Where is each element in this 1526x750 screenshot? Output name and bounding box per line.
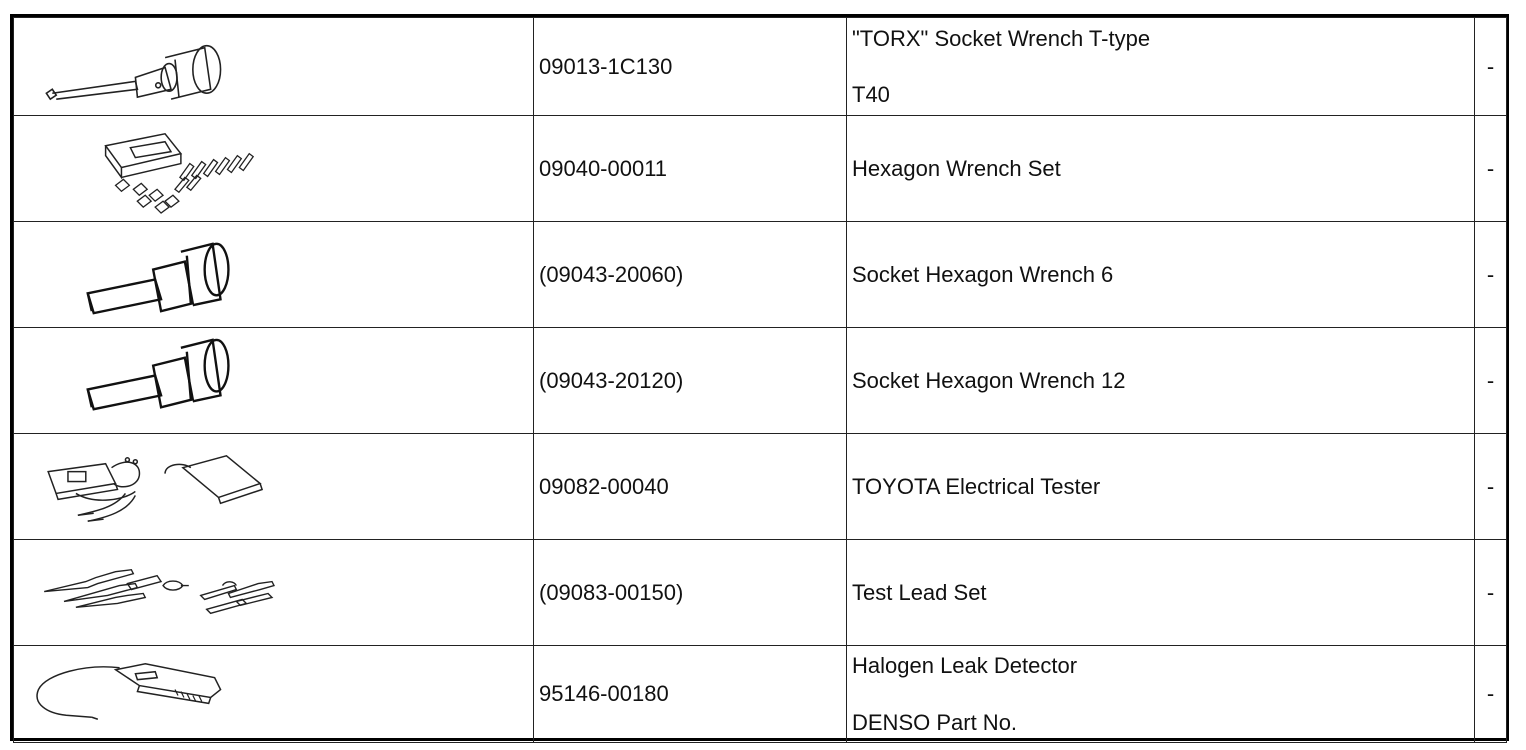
torx-socket-wrench-illustration bbox=[45, 44, 222, 101]
socket-hexagon-wrench-illustration bbox=[86, 338, 230, 411]
test-lead-set-illustration bbox=[44, 568, 275, 615]
table-row: 09040-00011 Hexagon Wrench Set - bbox=[13, 115, 1507, 222]
tool-illustration-cell bbox=[13, 327, 534, 434]
part-number: (09083-00150) bbox=[533, 539, 847, 646]
tool-illustration-cell bbox=[13, 539, 534, 646]
table-row: 95146-00180 Halogen Leak Detector DENSO … bbox=[13, 645, 1507, 743]
table-row: (09043-20120) Socket Hexagon Wrench 12 - bbox=[13, 327, 1507, 434]
remark: - bbox=[1474, 115, 1507, 222]
tool-name: Socket Hexagon Wrench 6 bbox=[846, 221, 1475, 328]
remark: - bbox=[1474, 17, 1507, 116]
tool-illustration-cell bbox=[13, 221, 534, 328]
socket-hexagon-wrench-illustration bbox=[86, 242, 230, 315]
special-service-tools-table: 09013-1C130 "TORX" Socket Wrench T-type … bbox=[13, 17, 1507, 743]
tool-note: T40 bbox=[852, 82, 890, 108]
tool-illustration-cell bbox=[13, 433, 534, 540]
sst-table-frame: 09013-1C130 "TORX" Socket Wrench T-type … bbox=[10, 14, 1509, 743]
electrical-tester-illustration bbox=[47, 454, 264, 522]
tool-name-cell: "TORX" Socket Wrench T-type T40 bbox=[846, 17, 1475, 116]
part-number: 09082-00040 bbox=[533, 433, 847, 540]
part-number: (09043-20120) bbox=[533, 327, 847, 434]
remark: - bbox=[1474, 327, 1507, 434]
tool-illustration-cell bbox=[13, 645, 534, 743]
table-row: 09013-1C130 "TORX" Socket Wrench T-type … bbox=[13, 17, 1507, 116]
table-row: (09043-20060) Socket Hexagon Wrench 6 - bbox=[13, 221, 1507, 328]
tool-name: Hexagon Wrench Set bbox=[846, 115, 1475, 222]
remark: - bbox=[1474, 539, 1507, 646]
part-number: (09043-20060) bbox=[533, 221, 847, 328]
table-row: (09083-00150) Test Lead Set - bbox=[13, 539, 1507, 646]
tool-note: DENSO Part No. bbox=[852, 709, 1018, 735]
part-number: 95146-00180 bbox=[533, 645, 847, 743]
tool-name: "TORX" Socket Wrench T-type bbox=[852, 25, 1151, 51]
remark: - bbox=[1474, 645, 1507, 743]
remark: - bbox=[1474, 221, 1507, 328]
table-row: 09082-00040 TOYOTA Electrical Tester - bbox=[13, 433, 1507, 540]
hexagon-wrench-set-illustration bbox=[104, 133, 255, 214]
tool-illustration-cell bbox=[13, 17, 534, 116]
tool-name: TOYOTA Electrical Tester bbox=[846, 433, 1475, 540]
part-number: 09040-00011 bbox=[533, 115, 847, 222]
part-number: 09013-1C130 bbox=[533, 17, 847, 116]
tool-name: Socket Hexagon Wrench 12 bbox=[846, 327, 1475, 434]
remark: - bbox=[1474, 433, 1507, 540]
tool-name-cell: Halogen Leak Detector DENSO Part No. bbox=[846, 645, 1475, 743]
tool-illustration-cell bbox=[13, 115, 534, 222]
tool-name: Halogen Leak Detector bbox=[852, 653, 1078, 678]
tool-name: Test Lead Set bbox=[846, 539, 1475, 646]
leak-detector-illustration bbox=[36, 663, 222, 720]
